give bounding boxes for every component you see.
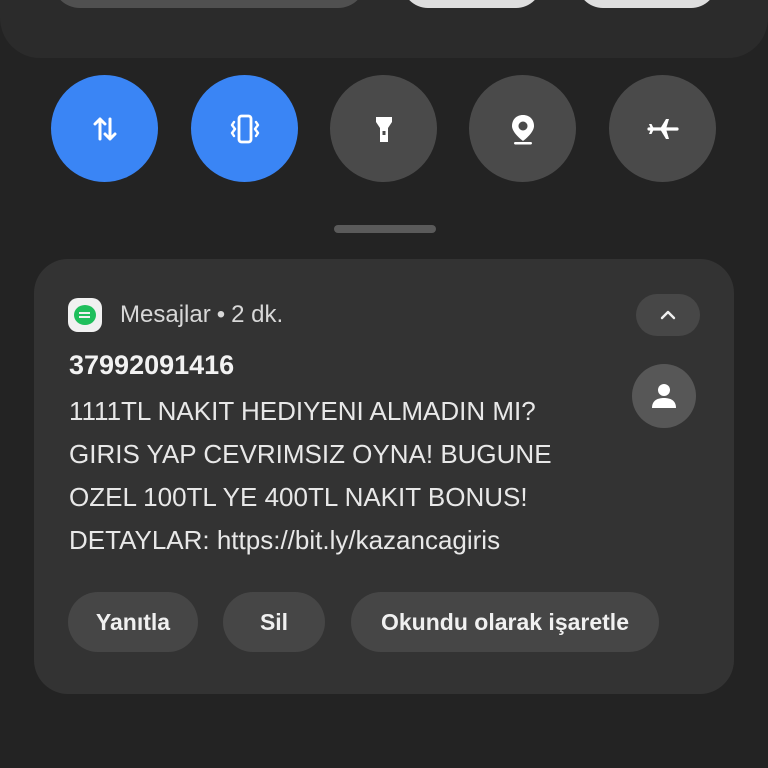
sender-number: 37992091416: [69, 350, 235, 380]
toggle-vibrate[interactable]: [191, 75, 298, 182]
message-line: OZEL 100TL YE 400TL NAKIT BONUS!: [69, 482, 528, 512]
mark-as-read-button[interactable]: Okundu olarak işaretle: [351, 592, 659, 652]
toggle-location[interactable]: [469, 75, 576, 182]
person-icon: [652, 384, 676, 408]
message-line[interactable]: DETAYLAR: https://bit.ly/kazancagiris: [69, 519, 629, 562]
drag-handle[interactable]: [334, 225, 436, 233]
reply-button[interactable]: Yanıtla: [68, 592, 198, 652]
quick-tile-top-1[interactable]: [402, 0, 542, 8]
message-line: GIRIS YAP CEVRIMSIZ OYNA! BUGUNE: [69, 439, 552, 469]
location-pin-icon: [511, 114, 534, 144]
chevron-up-icon: [660, 310, 676, 320]
toggle-mobile-data[interactable]: [51, 75, 158, 182]
flashlight-icon: [375, 116, 392, 142]
messages-app-icon: [68, 298, 102, 332]
brightness-slider[interactable]: [52, 0, 366, 8]
data-arrows-icon: [93, 117, 116, 140]
quick-tile-top-2[interactable]: [577, 0, 717, 8]
message-body: 1111TL NAKIT HEDIYENI ALMADIN MI? GIRIS …: [69, 390, 629, 562]
chat-bubble-icon: [74, 305, 96, 325]
quick-panel-top: [0, 0, 768, 58]
notification-shade: Mesajlar • 2 dk. 37992091416 1111TL NAKIT …: [0, 0, 768, 768]
notification-card[interactable]: Mesajlar • 2 dk. 37992091416 1111TL NAKIT …: [34, 259, 734, 694]
airplane-icon: [646, 118, 679, 139]
toggle-airplane-mode[interactable]: [609, 75, 716, 182]
message-line: 1111TL NAKIT HEDIYENI ALMADIN MI?: [69, 396, 536, 426]
header-separator: •: [216, 301, 226, 328]
toggle-flashlight[interactable]: [330, 75, 437, 182]
notification-time: 2 dk.: [231, 301, 284, 328]
notification-header: Mesajlar • 2 dk.: [120, 299, 283, 331]
app-name: Mesajlar: [120, 301, 211, 328]
vibrate-icon: [230, 114, 259, 143]
collapse-button[interactable]: [636, 294, 700, 336]
avatar: [632, 364, 696, 428]
delete-button[interactable]: Sil: [223, 592, 325, 652]
